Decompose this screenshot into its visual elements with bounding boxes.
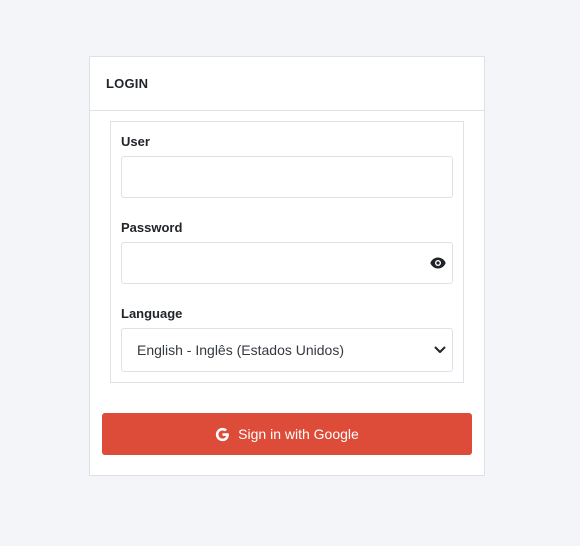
language-label: Language	[121, 306, 183, 321]
google-sign-in-label: Sign in with Google	[238, 426, 359, 442]
google-sign-in-button[interactable]: Sign in with Google	[102, 413, 472, 455]
login-card: LOGIN User Password Language English - I…	[89, 56, 485, 476]
language-select-wrapper: English - Inglês (Estados Unidos)	[121, 328, 453, 372]
password-label: Password	[121, 220, 183, 235]
language-select[interactable]: English - Inglês (Estados Unidos)	[121, 328, 453, 372]
google-g-icon	[215, 427, 230, 442]
password-input[interactable]	[121, 242, 453, 284]
language-group: Language English - Inglês (Estados Unido…	[121, 305, 453, 372]
eye-icon[interactable]	[428, 253, 448, 273]
language-selected-value: English - Inglês (Estados Unidos)	[137, 342, 344, 358]
user-input[interactable]	[121, 156, 453, 198]
password-group: Password	[121, 219, 453, 284]
user-group: User	[121, 133, 453, 198]
user-label: User	[121, 134, 150, 149]
password-field-wrapper	[121, 242, 453, 284]
card-header: LOGIN	[90, 57, 484, 111]
login-form: User Password Language English - Inglês …	[110, 121, 464, 383]
login-title: LOGIN	[106, 76, 149, 91]
